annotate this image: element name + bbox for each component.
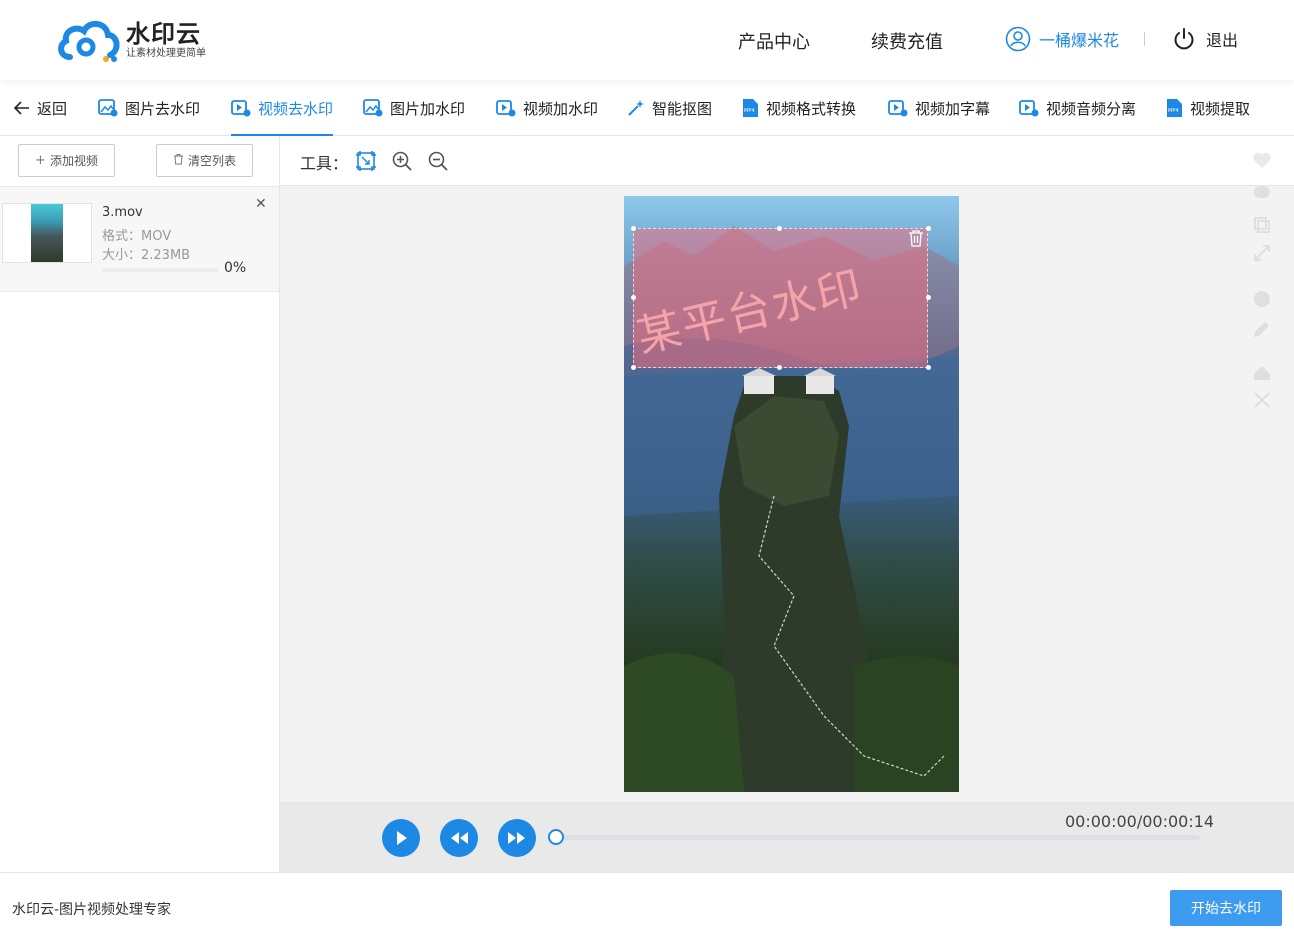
footer: 水印云-图片视频处理专家 开始去水印 [0,872,1294,932]
logout-label: 退出 [1206,31,1239,50]
user-avatar-icon [1005,26,1031,52]
mp4-file-icon: MP4 [1166,98,1183,118]
add-video-button[interactable]: + 添加视频 [18,144,115,177]
tab-video-format-convert[interactable]: MP4 视频格式转换 [742,80,856,136]
footer-text: 水印云-图片视频处理专家 [12,902,172,918]
mp4-file-icon: MP4 [742,98,759,118]
file-name: 3.mov [102,205,143,220]
file-format: 格式：MOV [102,229,172,244]
zoom-in-icon[interactable] [391,150,413,172]
trash-icon [173,153,184,169]
list-item[interactable]: 3.mov 格式：MOV 大小：2.23MB 0% ✕ [0,186,279,292]
resize-handle[interactable] [631,226,636,231]
editor-area: 工具： 某平台水印 00:00:00/00:00:14 [280,136,1294,872]
logo-slogan: 让素材处理更简单 [126,48,206,59]
progress-percent: 0% [224,260,247,276]
tab-label: 视频格式转换 [766,99,857,118]
file-size: 大小：2.23MB [102,248,191,263]
tab-video-subtitle[interactable]: 视频加字幕 [888,80,990,136]
video-thumbnail [2,203,92,263]
video-preview[interactable]: 某平台水印 [624,196,959,792]
tab-video-extract[interactable]: MP4 视频提取 [1166,80,1250,136]
username: 一桶爆米花 [1039,31,1120,50]
nav-recharge[interactable]: 续费充值 [871,28,943,54]
zoom-out-icon[interactable] [427,150,449,172]
fast-forward-button[interactable] [498,819,536,857]
file-list-panel: + 添加视频 清空列表 3.mov 格式：MOV 大小：2.23MB 0% ✕ [0,136,280,872]
add-video-label: 添加视频 [49,154,98,168]
feature-toolbar: 返回 图片去水印 视频去水印 图片加水印 视频加水印 智能抠图 MP4 视频格式… [0,80,1294,136]
logo-name: 水印云 [126,20,201,48]
resize-handle[interactable] [926,226,931,231]
resize-handle[interactable] [926,295,931,300]
editor-toolbar: 工具： [280,136,1294,186]
divider [1144,32,1145,46]
start-remove-watermark-button[interactable]: 开始去水印 [1170,890,1282,926]
seek-handle[interactable] [548,829,564,845]
select-region-icon[interactable] [355,150,377,172]
tab-smart-cutout[interactable]: 智能抠图 [627,80,712,136]
video-remove-watermark-icon [231,99,251,117]
svg-text:MP4: MP4 [744,108,755,114]
resize-handle[interactable] [631,365,636,370]
resize-handle[interactable] [777,226,782,231]
tab-label: 视频去水印 [258,99,334,118]
tools-label: 工具： [300,154,349,173]
clear-list-button[interactable]: 清空列表 [156,144,253,177]
close-icon[interactable]: ✕ [255,196,267,212]
back-label: 返回 [37,99,68,118]
fast-forward-icon [508,832,525,844]
video-audio-split-icon [1019,99,1039,117]
video-player-controls: 00:00:00/00:00:14 [280,802,1294,872]
logo[interactable]: 水印云 让素材处理更简单 [56,16,206,64]
header: 水印云 让素材处理更简单 产品中心 续费充值 一桶爆米花 退出 [0,0,1294,80]
tab-video-add-watermark[interactable]: 视频加水印 [496,80,598,136]
cloud-logo-icon [58,21,120,62]
tab-image-remove-watermark[interactable]: 图片去水印 [98,80,200,136]
tab-video-remove-watermark[interactable]: 视频去水印 [231,80,334,136]
tab-label: 图片加水印 [390,99,466,118]
image-remove-watermark-icon [98,99,118,117]
plus-icon: + [35,153,46,168]
seek-bar[interactable] [556,835,1200,840]
play-button[interactable] [382,819,420,857]
user-menu[interactable]: 一桶爆米花 [1005,26,1119,52]
tab-label: 视频加字幕 [915,99,991,118]
thumbnail-image [31,204,63,262]
delete-selection-icon[interactable] [908,229,924,251]
tab-video-audio-split[interactable]: 视频音频分离 [1019,80,1136,136]
resize-handle[interactable] [777,365,782,370]
tab-label: 智能抠图 [652,99,713,118]
video-subtitle-icon [888,99,908,117]
svg-text:MP4: MP4 [1168,108,1179,114]
logout-button[interactable]: 退出 [1172,27,1238,51]
resize-handle[interactable] [926,365,931,370]
timecode: 00:00:00/00:00:14 [1065,812,1215,831]
tab-label: 图片去水印 [125,99,201,118]
power-icon [1174,28,1194,50]
video-add-watermark-icon [496,99,516,117]
progress-bar [102,268,219,272]
clear-list-label: 清空列表 [187,154,236,168]
tab-image-add-watermark[interactable]: 图片加水印 [363,80,465,136]
play-icon [397,831,407,845]
back-button[interactable]: 返回 [14,80,67,136]
tab-label: 视频提取 [1190,99,1251,118]
magic-wand-icon [627,99,645,117]
tab-label: 视频音频分离 [1046,99,1137,118]
image-add-watermark-icon [363,99,383,117]
nav-products[interactable]: 产品中心 [738,28,810,54]
arrow-left-icon [14,101,30,115]
resize-handle[interactable] [631,295,636,300]
rewind-icon [451,832,468,844]
tab-label: 视频加水印 [523,99,599,118]
rewind-button[interactable] [440,819,478,857]
floating-side-toolbar [1244,146,1280,442]
